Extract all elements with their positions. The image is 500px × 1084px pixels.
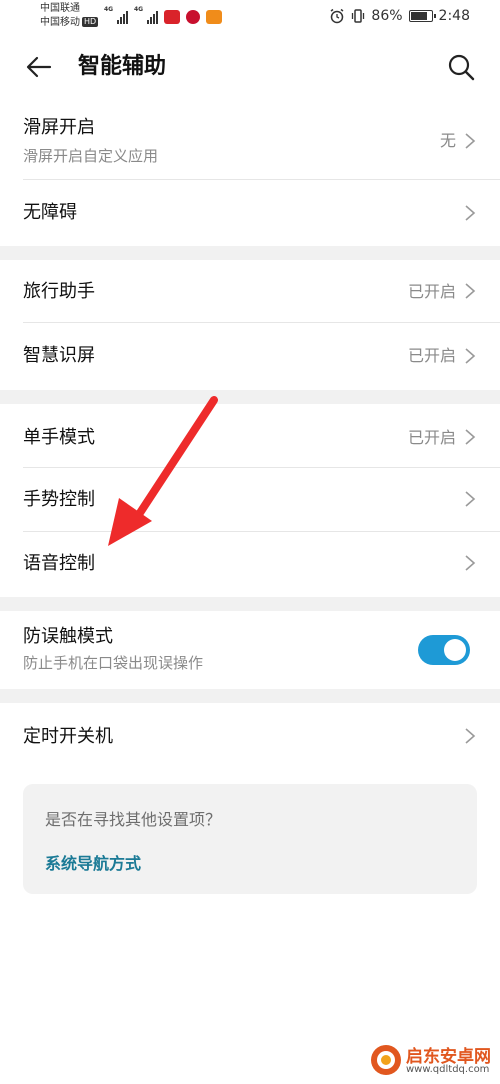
vibrate-icon xyxy=(352,9,365,23)
carrier-1: 中国联通 xyxy=(40,3,80,14)
toggle-knob xyxy=(444,639,466,661)
row-value: 已开启 xyxy=(407,346,456,365)
mail-app-icon xyxy=(164,10,180,24)
settings-group-5: 定时开关机 xyxy=(0,703,500,773)
settings-group-4: 防误触模式 防止手机在口袋出现误操作 xyxy=(0,611,500,689)
network-label-1: 4G xyxy=(104,6,114,13)
row-title: 防误触模式 xyxy=(23,626,113,647)
signal-group: 4G 4G xyxy=(104,6,222,24)
row-title: 无障碍 xyxy=(23,202,77,223)
chevron-right-icon xyxy=(465,429,476,445)
notification-app-icon xyxy=(206,10,222,24)
row-title: 单手模式 xyxy=(23,427,95,448)
settings-group-2: 旅行助手 已开启 智慧识屏 已开启 xyxy=(0,260,500,390)
watermark: 启东安卓网 www.qdltdq.com xyxy=(370,1040,496,1080)
chevron-right-icon xyxy=(465,491,476,507)
suggestion-question: 是否在寻找其他设置项？ xyxy=(45,810,222,829)
chevron-right-icon xyxy=(465,348,476,364)
battery-fill xyxy=(410,12,427,20)
signal-icon-2: 4G xyxy=(134,6,158,24)
watermark-url: www.qdltdq.com xyxy=(406,1064,490,1075)
group-divider xyxy=(0,689,500,703)
row-subtitle: 防止手机在口袋出现误操作 xyxy=(23,654,204,672)
row-title: 智慧识屏 xyxy=(23,345,95,366)
chevron-right-icon xyxy=(465,133,476,149)
settings-row-voice-control[interactable]: 语音控制 xyxy=(23,532,500,597)
row-value: 无 xyxy=(439,131,456,150)
battery-percent: 86% xyxy=(371,8,403,24)
status-bar: 中国联通 中国移动 HD 4G 4G 86% 2:48 xyxy=(0,0,500,36)
watermark-logo-icon xyxy=(371,1045,401,1075)
settings-row-accessibility[interactable]: 无障碍 xyxy=(23,180,500,246)
suggestion-link-navigation[interactable]: 系统导航方式 xyxy=(45,850,141,874)
row-title: 手势控制 xyxy=(23,489,95,510)
group-divider xyxy=(0,597,500,611)
row-value: 已开启 xyxy=(407,282,456,301)
search-icon[interactable] xyxy=(446,52,476,82)
chevron-right-icon xyxy=(465,283,476,299)
chevron-right-icon xyxy=(465,728,476,744)
settings-row-scheduled-power[interactable]: 定时开关机 xyxy=(23,703,500,773)
settings-row-slide-open[interactable]: 滑屏开启 滑屏开启自定义应用 无 xyxy=(23,98,500,180)
status-right: 86% 2:48 xyxy=(329,8,470,24)
row-title: 定时开关机 xyxy=(23,726,113,747)
clock: 2:48 xyxy=(438,8,470,24)
group-divider xyxy=(0,246,500,260)
row-title: 语音控制 xyxy=(23,553,95,574)
row-title: 旅行助手 xyxy=(23,281,95,302)
carrier-info: 中国联通 中国移动 HD xyxy=(40,2,99,30)
back-arrow-icon[interactable] xyxy=(24,52,54,82)
carrier-2: 中国移动 xyxy=(40,17,80,28)
settings-group-3: 单手模式 已开启 手势控制 语音控制 xyxy=(0,404,500,597)
mistouch-toggle[interactable] xyxy=(418,635,470,665)
chevron-right-icon xyxy=(465,555,476,571)
row-subtitle: 滑屏开启自定义应用 xyxy=(23,147,159,165)
network-label-2: 4G xyxy=(134,6,144,13)
settings-row-gesture-control[interactable]: 手势控制 xyxy=(23,468,500,532)
settings-row-mistouch-mode[interactable]: 防误触模式 防止手机在口袋出现误操作 xyxy=(23,611,500,689)
settings-list: 滑屏开启 滑屏开启自定义应用 无 无障碍 旅行助手 已开启 智慧识屏 已开启 单… xyxy=(0,98,500,773)
settings-group-1: 滑屏开启 滑屏开启自定义应用 无 无障碍 xyxy=(0,98,500,246)
page-title: 智能辅助 xyxy=(78,54,167,79)
settings-row-one-hand-mode[interactable]: 单手模式 已开启 xyxy=(23,404,500,468)
battery-icon xyxy=(408,10,436,22)
group-divider xyxy=(0,390,500,404)
suggestion-card: 是否在寻找其他设置项？ 系统导航方式 xyxy=(23,784,477,894)
app-header: 智能辅助 xyxy=(0,36,500,98)
alarm-icon xyxy=(330,8,344,24)
row-value: 已开启 xyxy=(407,428,456,447)
hd-badge: HD xyxy=(82,17,99,27)
settings-row-smart-screen[interactable]: 智慧识屏 已开启 xyxy=(23,323,500,390)
row-title: 滑屏开启 xyxy=(23,117,95,138)
chevron-right-icon xyxy=(465,205,476,221)
bank-app-icon xyxy=(186,10,200,24)
settings-row-travel-assistant[interactable]: 旅行助手 已开启 xyxy=(23,260,500,323)
signal-icon-1: 4G xyxy=(104,6,128,24)
